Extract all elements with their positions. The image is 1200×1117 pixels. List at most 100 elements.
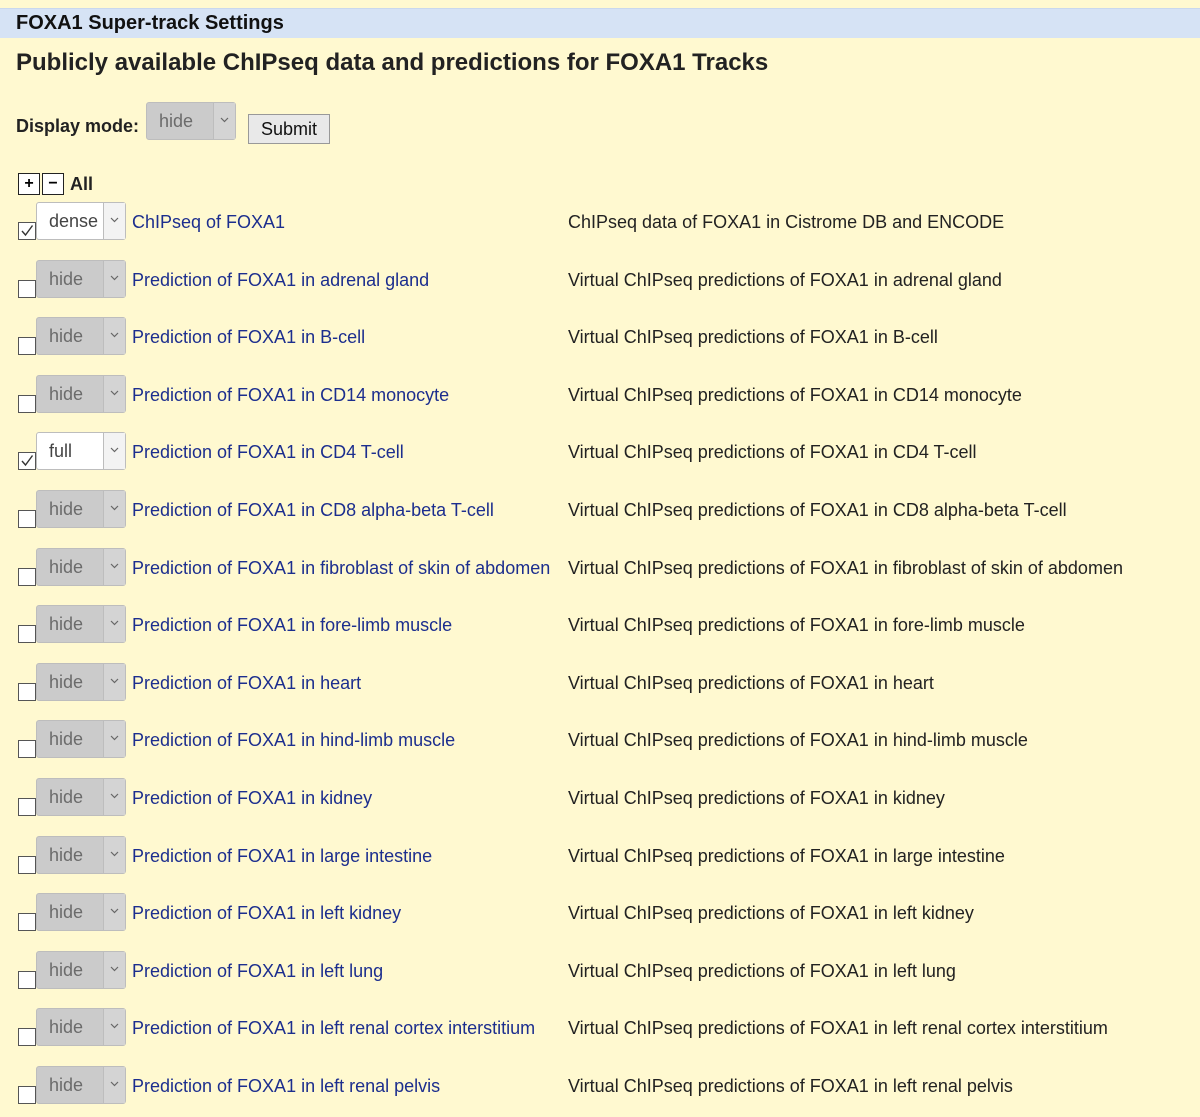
track-checkbox[interactable] — [18, 222, 36, 240]
chevron-down-icon — [110, 851, 119, 857]
track-row: hide Prediction of FOXA1 in CD8 alpha-bet… — [0, 490, 1200, 530]
track-link[interactable]: Prediction of FOXA1 in kidney — [132, 788, 372, 809]
track-description: Virtual ChIPseq predictions of FOXA1 in … — [568, 558, 1123, 578]
track-link[interactable]: Prediction of FOXA1 in B-cell — [132, 327, 365, 348]
track-visibility-select[interactable]: hide — [36, 490, 126, 528]
track-link[interactable]: Prediction of FOXA1 in large intestine — [132, 846, 432, 867]
track-visibility-value: hide — [49, 902, 84, 922]
track-checkbox[interactable] — [18, 625, 36, 643]
track-checkbox[interactable] — [18, 856, 36, 874]
track-visibility-value: dense — [49, 211, 99, 231]
track-description: Virtual ChIPseq predictions of FOXA1 in … — [568, 327, 938, 347]
track-checkbox[interactable] — [18, 395, 36, 413]
track-visibility-dropdown-button[interactable] — [103, 606, 125, 642]
track-description: Virtual ChIPseq predictions of FOXA1 in … — [568, 961, 956, 981]
header-bar: FOXA1 Super-track Settings — [0, 8, 1200, 38]
supertrack-settings-page: FOXA1 Super-track Settings Publicly avai… — [0, 0, 1200, 1117]
track-visibility-select[interactable]: hide — [36, 1008, 126, 1046]
track-row: hide Prediction of FOXA1 in adrenal gland… — [0, 260, 1200, 300]
track-link[interactable]: Prediction of FOXA1 in heart — [132, 673, 361, 694]
chevron-down-icon — [110, 678, 119, 684]
chevron-down-icon — [110, 332, 119, 338]
track-link[interactable]: Prediction of FOXA1 in left renal cortex… — [132, 1018, 535, 1039]
chevron-down-icon — [110, 217, 119, 223]
track-link[interactable]: Prediction of FOXA1 in adrenal gland — [132, 270, 429, 291]
track-visibility-select[interactable]: full — [36, 432, 126, 470]
track-visibility-select[interactable]: hide — [36, 260, 126, 298]
checkmark-icon — [21, 225, 34, 237]
track-link[interactable]: Prediction of FOXA1 in left renal pelvis — [132, 1076, 440, 1097]
track-checkbox[interactable] — [18, 1086, 36, 1104]
track-checkbox[interactable] — [18, 452, 36, 470]
track-row: hide Prediction of FOXA1 in fore-limb mus… — [0, 605, 1200, 645]
chevron-down-icon — [110, 447, 119, 453]
track-link[interactable]: ChIPseq of FOXA1 — [132, 212, 285, 233]
track-visibility-dropdown-button[interactable] — [103, 664, 125, 700]
track-visibility-dropdown-button[interactable] — [103, 952, 125, 988]
track-visibility-dropdown-button[interactable] — [103, 1009, 125, 1045]
track-checkbox[interactable] — [18, 280, 36, 298]
track-visibility-dropdown-button[interactable] — [103, 549, 125, 585]
track-visibility-select[interactable]: hide — [36, 1066, 126, 1104]
track-checkbox[interactable] — [18, 1028, 36, 1046]
chevron-down-icon — [110, 275, 119, 281]
track-visibility-dropdown-button[interactable] — [103, 318, 125, 354]
track-visibility-dropdown-button[interactable] — [103, 721, 125, 757]
track-link[interactable]: Prediction of FOXA1 in fibroblast of ski… — [132, 558, 550, 579]
track-visibility-select[interactable]: hide — [36, 893, 126, 931]
display-mode-dropdown-button[interactable] — [213, 103, 235, 139]
track-checkbox[interactable] — [18, 683, 36, 701]
track-visibility-select[interactable]: hide — [36, 663, 126, 701]
track-link[interactable]: Prediction of FOXA1 in hind-limb muscle — [132, 730, 455, 751]
track-link[interactable]: Prediction of FOXA1 in left kidney — [132, 903, 401, 924]
track-description: Virtual ChIPseq predictions of FOXA1 in … — [568, 385, 1022, 405]
track-visibility-dropdown-button[interactable] — [103, 376, 125, 412]
track-checkbox[interactable] — [18, 337, 36, 355]
expand-all-button[interactable]: + — [18, 173, 40, 195]
display-mode-select[interactable]: hide — [146, 102, 236, 140]
track-visibility-value: hide — [49, 1075, 84, 1095]
track-description: Virtual ChIPseq predictions of FOXA1 in … — [568, 846, 1005, 866]
submit-button[interactable]: Submit — [248, 114, 330, 144]
track-visibility-select[interactable]: hide — [36, 720, 126, 758]
track-link[interactable]: Prediction of FOXA1 in left lung — [132, 961, 383, 982]
track-link[interactable]: Prediction of FOXA1 in CD14 monocyte — [132, 385, 449, 406]
chevron-down-icon — [110, 793, 119, 799]
track-checkbox[interactable] — [18, 798, 36, 816]
track-description: Virtual ChIPseq predictions of FOXA1 in … — [568, 442, 977, 462]
track-row: full Prediction of FOXA1 in CD4 T-cell Vir… — [0, 432, 1200, 472]
collapse-all-button[interactable]: − — [42, 173, 64, 195]
chevron-down-icon — [110, 966, 119, 972]
track-visibility-dropdown-button[interactable] — [103, 261, 125, 297]
track-visibility-dropdown-button[interactable] — [103, 203, 125, 239]
track-row: hide Prediction of FOXA1 in left lung Virt… — [0, 951, 1200, 991]
track-visibility-select[interactable]: hide — [36, 605, 126, 643]
track-visibility-dropdown-button[interactable] — [103, 1067, 125, 1103]
track-link[interactable]: Prediction of FOXA1 in CD8 alpha-beta T-… — [132, 500, 494, 521]
track-visibility-select[interactable]: dense — [36, 202, 126, 240]
track-visibility-select[interactable]: hide — [36, 548, 126, 586]
track-row: hide Prediction of FOXA1 in heart Virtual … — [0, 663, 1200, 703]
track-visibility-value: hide — [49, 1017, 84, 1037]
track-visibility-dropdown-button[interactable] — [103, 491, 125, 527]
track-visibility-dropdown-button[interactable] — [103, 837, 125, 873]
track-checkbox[interactable] — [18, 568, 36, 586]
track-visibility-select[interactable]: hide — [36, 317, 126, 355]
track-checkbox[interactable] — [18, 510, 36, 528]
track-visibility-dropdown-button[interactable] — [103, 779, 125, 815]
track-visibility-select[interactable]: hide — [36, 836, 126, 874]
track-link[interactable]: Prediction of FOXA1 in fore-limb muscle — [132, 615, 452, 636]
track-visibility-select[interactable]: hide — [36, 375, 126, 413]
track-row: hide Prediction of FOXA1 in B-cell Virtual… — [0, 317, 1200, 357]
track-visibility-dropdown-button[interactable] — [103, 433, 125, 469]
track-visibility-select[interactable]: hide — [36, 951, 126, 989]
track-checkbox[interactable] — [18, 913, 36, 931]
track-checkbox[interactable] — [18, 971, 36, 989]
track-visibility-dropdown-button[interactable] — [103, 894, 125, 930]
track-link[interactable]: Prediction of FOXA1 in CD4 T-cell — [132, 442, 404, 463]
track-checkbox[interactable] — [18, 740, 36, 758]
track-row: hide Prediction of FOXA1 in fibroblast of… — [0, 548, 1200, 588]
track-visibility-value: full — [49, 441, 73, 461]
track-visibility-select[interactable]: hide — [36, 778, 126, 816]
track-visibility-value: hide — [49, 787, 84, 807]
